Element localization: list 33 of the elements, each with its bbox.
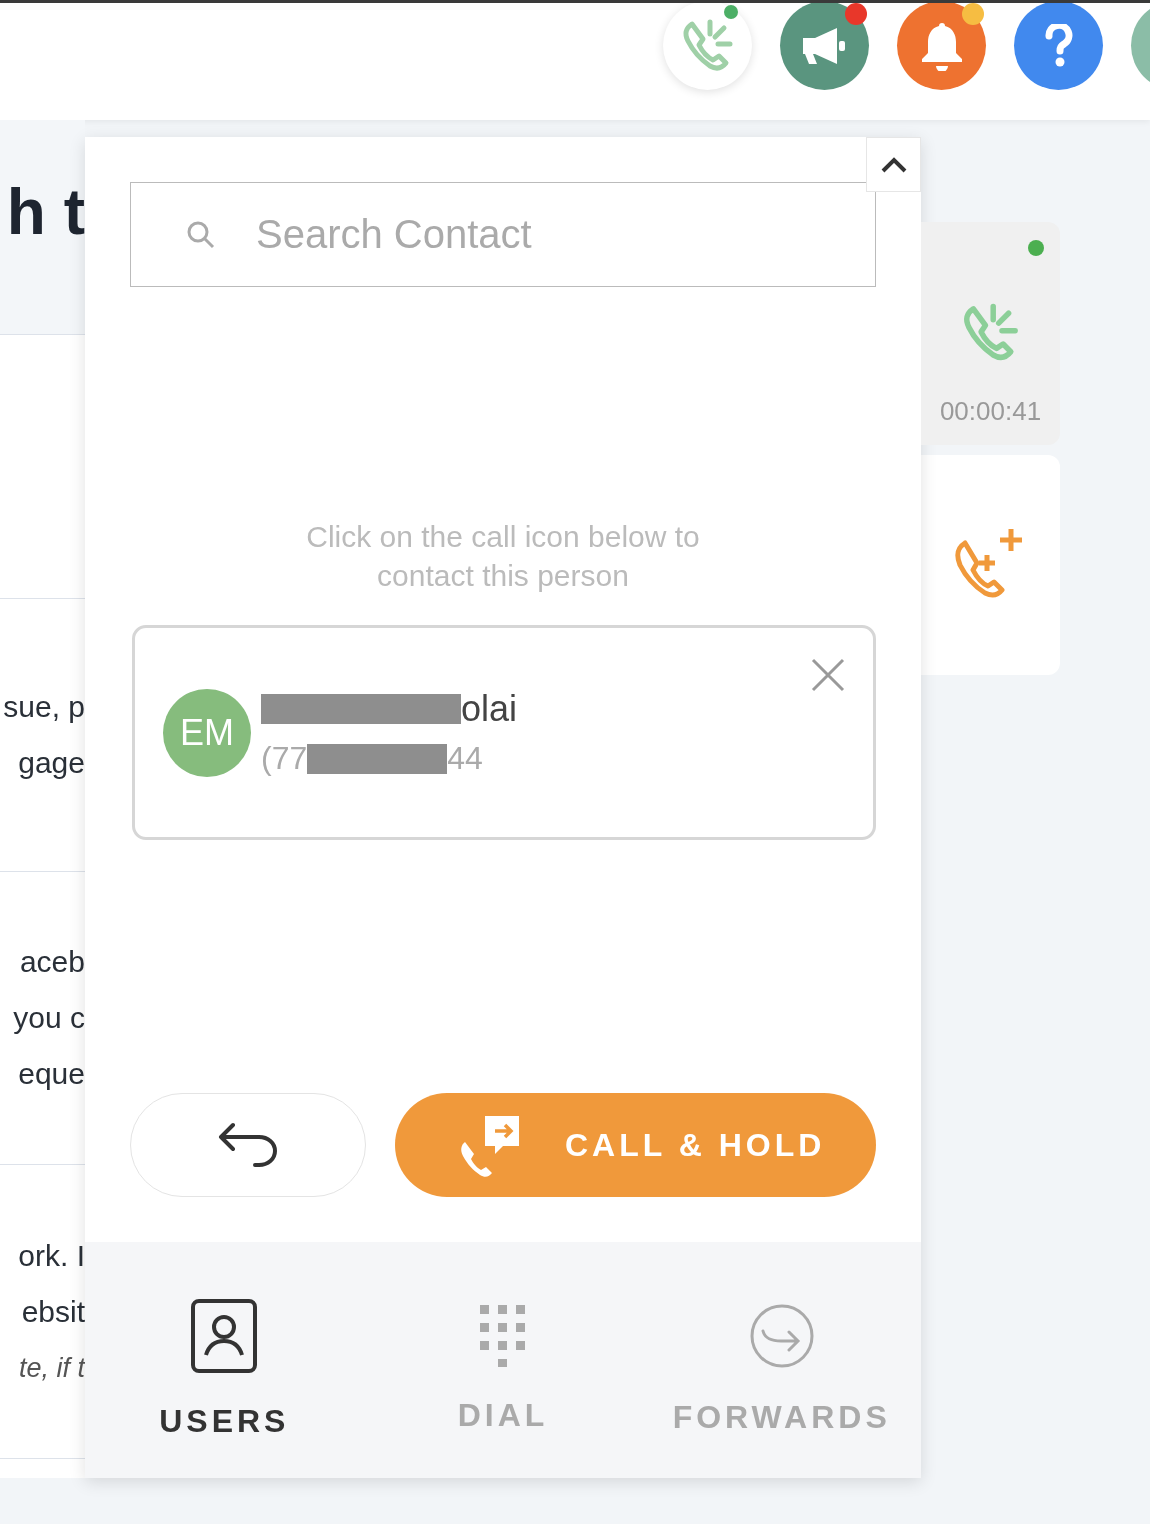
search-icon — [186, 219, 216, 250]
body-text: ebsit — [21, 1293, 85, 1330]
question-mark-icon — [1043, 23, 1074, 68]
nav-tab[interactable]: USERS — [85, 1242, 364, 1478]
page-heading: h t — [6, 175, 85, 249]
note-text: te, if t — [18, 1351, 85, 1385]
call-timer: 00:00:41 — [939, 396, 1042, 427]
call-button[interactable] — [663, 3, 752, 90]
nav-tab[interactable]: FORWARDS — [642, 1242, 921, 1478]
phone-number: (77 — [261, 740, 308, 777]
body-text: ork. I — [18, 1237, 85, 1274]
nav-tab[interactable]: DIAL — [363, 1242, 643, 1478]
collapse-button[interactable] — [866, 137, 921, 192]
search-field[interactable]: Search Contact — [130, 182, 876, 287]
dialpad-icon — [480, 1305, 526, 1367]
search-input[interactable]: Search Contact — [256, 183, 875, 286]
body-text: aceb — [19, 944, 85, 980]
body-text: eque — [18, 1056, 85, 1092]
avatar: EM — [163, 688, 251, 777]
contact-card[interactable]: EM olai (77 44 — [132, 625, 876, 840]
call-and-hold-button[interactable]: CALL & HOLD — [395, 1093, 876, 1197]
back-arrow-icon — [217, 1121, 279, 1169]
add-call-button[interactable] — [921, 455, 1060, 675]
close-icon — [811, 658, 845, 692]
phone-number: 44 — [447, 740, 483, 777]
chevron-up-icon — [879, 155, 908, 174]
contact-name: olai — [461, 688, 518, 730]
body-text: sue, p — [3, 689, 85, 725]
body-text: gage — [18, 745, 85, 781]
user-icon — [191, 1299, 258, 1373]
call-card[interactable]: 00:00:41 — [921, 222, 1060, 445]
body-text: you c — [13, 1000, 85, 1036]
hint-text: Click on the call icon below to contact this person — [305, 519, 701, 594]
